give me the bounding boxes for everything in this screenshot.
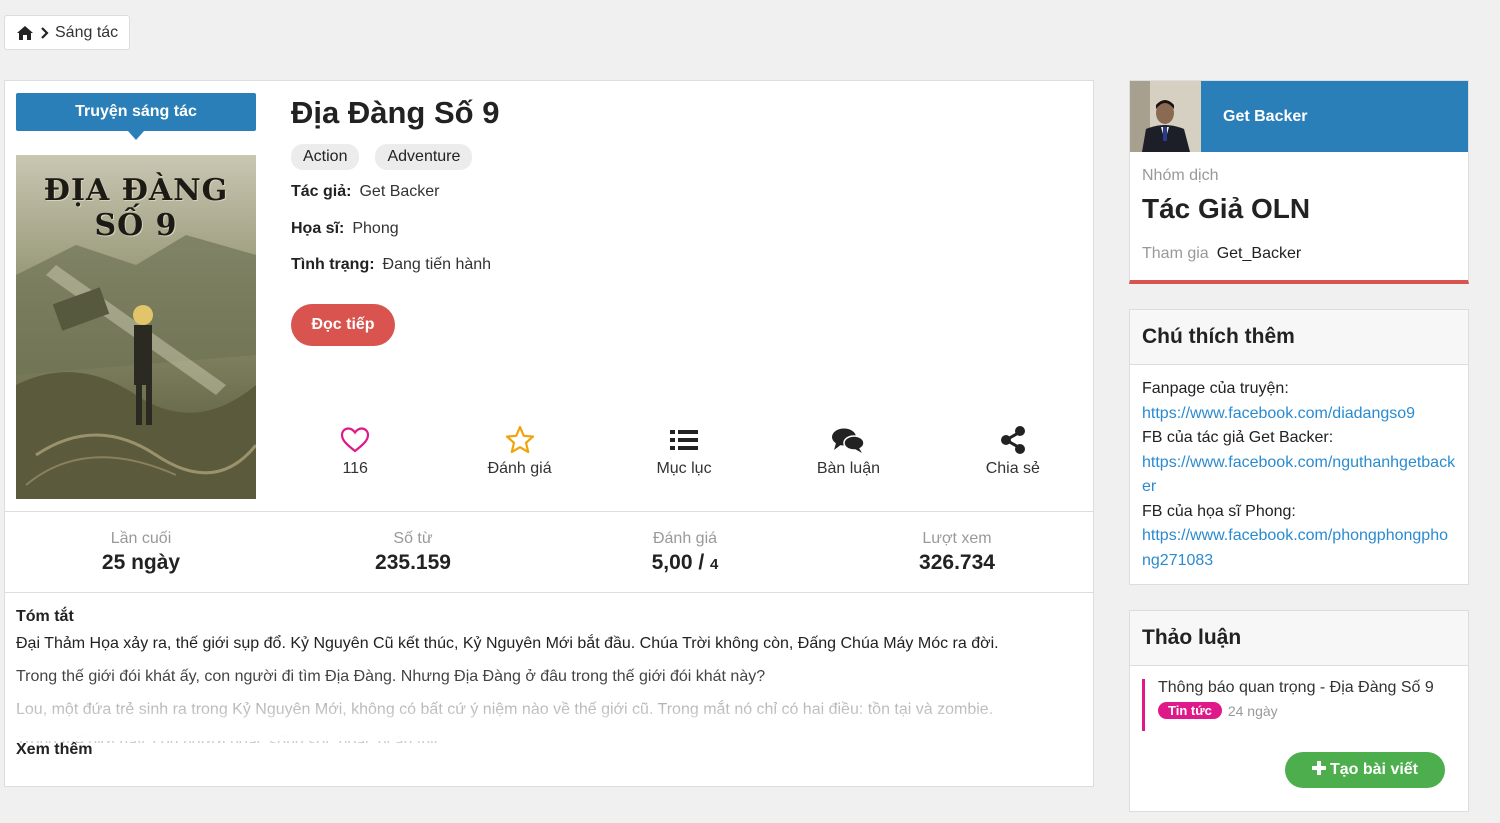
action-bar: 116 Đánh giá Mục lục Bàn luận Chia sẻ	[273, 425, 1095, 485]
summary-paragraph: Trong thế giới đói khát ấy, con người đi…	[16, 668, 766, 685]
author-header: Get Backer	[1130, 81, 1468, 152]
stat-value: 326.734	[919, 550, 995, 574]
summary-heading: Tóm tắt	[16, 608, 74, 625]
heart-icon	[340, 425, 370, 455]
notes-card: Chú thích thêm Fanpage của truyện: https…	[1129, 309, 1469, 585]
comments-icon	[831, 425, 866, 455]
stat-value: 5,00 / 4	[652, 551, 719, 575]
toc-label: Mục lục	[656, 460, 712, 477]
genre-tags: Action Adventure	[291, 144, 473, 170]
author-fb-label: FB của tác giả Get Backer:	[1142, 429, 1334, 446]
group-label: Nhóm dịch	[1142, 167, 1219, 184]
status-value: Đang tiến hành	[382, 256, 492, 273]
rating-value: 5,00 /	[651, 550, 705, 574]
status-row: Tình trạng: Đang tiến hành	[291, 256, 491, 274]
rate-button[interactable]: Đánh giá	[437, 425, 601, 485]
breadcrumb: Sáng tác	[4, 15, 131, 50]
story-panel: Truyện sáng tác ĐỊA ĐÀNG SỐ 9 Địa Đàng S…	[4, 80, 1094, 787]
joined-label: Tham gia	[1142, 245, 1209, 262]
genre-tag[interactable]: Adventure	[375, 144, 473, 170]
create-post-label: Tạo bài viết	[1329, 761, 1419, 778]
joined-value[interactable]: Get_Backer	[1217, 245, 1301, 262]
discuss-label: Bàn luận	[816, 460, 880, 477]
post-badge: Tin tức	[1158, 702, 1222, 719]
summary-paragraph: Đại Thảm Họa xảy ra, thế giới sụp đổ. Kỷ…	[16, 635, 999, 652]
stat-word-count: Số từ 235.159	[277, 512, 549, 592]
discussion-post[interactable]: Thông báo quan trọng - Địa Đàng Số 9 Tin…	[1142, 679, 1434, 731]
post-title[interactable]: Thông báo quan trọng - Địa Đàng Số 9	[1158, 679, 1434, 697]
stat-rating: Đánh giá 5,00 / 4	[549, 512, 821, 592]
genre-tag[interactable]: Action	[291, 144, 360, 170]
artist-row: Họa sĩ: Phong	[291, 220, 399, 238]
artist-fb-label: FB của họa sĩ Phong:	[1142, 502, 1296, 520]
summary-paragraph: Trong thế giới này, con người hoặc sống …	[16, 734, 443, 743]
create-post-button[interactable]: Tạo bài viết	[1285, 752, 1445, 788]
summary-paragraph: Lou, một đứa trẻ sinh ra trong Kỷ Nguyên…	[16, 701, 994, 718]
author-card: Get Backer Nhóm dịch Tác Giả OLN Tham gi…	[1129, 80, 1469, 284]
stat-label: Lần cuối	[110, 529, 172, 547]
discussion-card: Thảo luận Thông báo quan trọng - Địa Đàn…	[1129, 610, 1469, 812]
author-row: Tác giả: Get Backer	[291, 183, 440, 201]
share-label: Chia sẻ	[985, 460, 1040, 477]
stat-label: Lượt xem	[922, 529, 992, 547]
author-fb-link[interactable]: https://www.facebook.com/nguthanhgetback…	[1142, 451, 1456, 500]
cover-image[interactable]: ĐỊA ĐÀNG SỐ 9	[16, 155, 256, 499]
group-name[interactable]: Tác Giả OLN	[1142, 193, 1310, 225]
rating-count: 4	[710, 555, 719, 573]
stat-last-update: Lần cuối 25 ngày	[5, 512, 277, 592]
list-icon	[669, 425, 699, 455]
post-time: 24 ngày	[1227, 702, 1278, 719]
rate-label: Đánh giá	[487, 460, 552, 477]
summary: Tóm tắt Đại Thảm Họa xảy ra, thế giới sụ…	[16, 608, 1086, 743]
cover-title: ĐỊA ĐÀNG SỐ 9	[43, 173, 229, 243]
share-button[interactable]: Chia sẻ	[931, 425, 1095, 485]
favorite-button[interactable]: 116	[273, 425, 437, 485]
status-label: Tình trạng:	[291, 256, 375, 273]
see-more-link[interactable]: Xem thêm	[16, 741, 92, 759]
fanpage-label: Fanpage của truyện:	[1142, 380, 1289, 397]
fanpage-link[interactable]: https://www.facebook.com/diadangso9	[1142, 402, 1456, 427]
stat-label: Số từ	[393, 529, 433, 547]
discussion-heading: Thảo luận	[1130, 611, 1468, 666]
share-icon	[998, 425, 1028, 455]
author-label: Tác giả:	[291, 183, 352, 200]
artist-fb-link[interactable]: https://www.facebook.com/phongphongphong…	[1142, 524, 1456, 573]
post-meta: Tin tức 24 ngày	[1158, 702, 1434, 719]
stat-value: 25 ngày	[101, 550, 181, 574]
stat-value: 235.159	[375, 550, 451, 574]
stat-views: Lượt xem 326.734	[821, 512, 1093, 592]
category-label[interactable]: Truyện sáng tác	[16, 93, 256, 140]
breadcrumb-current[interactable]: Sáng tác	[55, 24, 118, 42]
favorite-count: 116	[342, 460, 368, 477]
chevron-right-icon	[40, 26, 49, 39]
notes-body: Fanpage của truyện: https://www.facebook…	[1130, 365, 1468, 573]
artist-label: Họa sĩ:	[291, 220, 345, 237]
joined-row: Tham gia Get_Backer	[1142, 245, 1301, 263]
stats-bar: Lần cuối 25 ngày Số từ 235.159 Đánh giá …	[5, 511, 1093, 593]
home-icon[interactable]	[16, 25, 34, 41]
star-icon	[505, 425, 535, 455]
author-name[interactable]: Get Backer	[1223, 108, 1308, 126]
stat-label: Đánh giá	[652, 529, 718, 547]
artist-value[interactable]: Phong	[352, 220, 398, 237]
story-title: Địa Đàng Số 9	[291, 95, 500, 130]
toc-button[interactable]: Mục lục	[602, 425, 766, 485]
read-continue-button[interactable]: Đọc tiếp	[291, 304, 395, 346]
author-value[interactable]: Get Backer	[359, 183, 439, 200]
plus-icon	[1311, 760, 1326, 780]
avatar[interactable]	[1130, 81, 1201, 152]
notes-heading: Chú thích thêm	[1130, 310, 1468, 365]
discuss-button[interactable]: Bàn luận	[766, 425, 930, 485]
